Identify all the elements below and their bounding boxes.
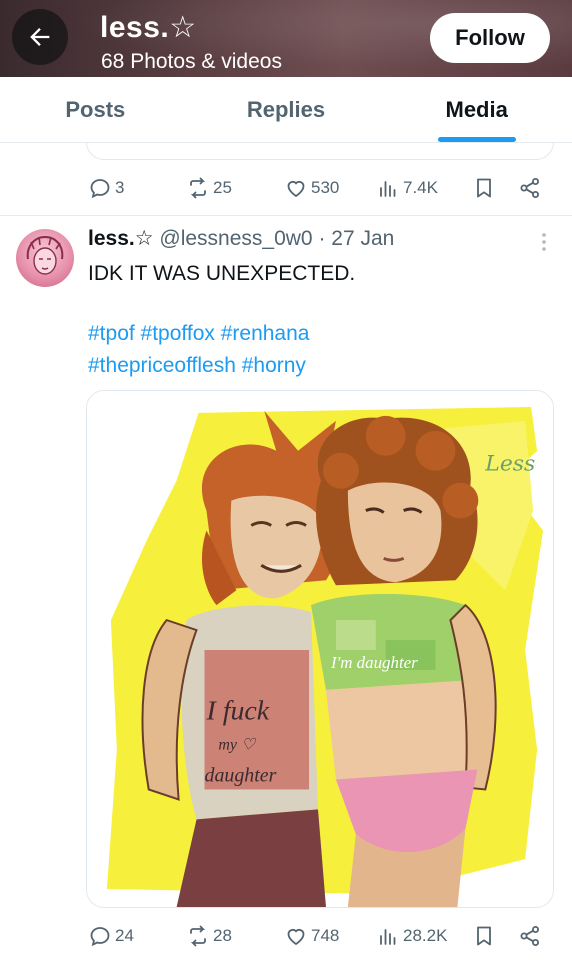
svg-text:I'm daughter: I'm daughter — [330, 653, 418, 672]
prev-bookmark-button[interactable] — [472, 176, 499, 200]
share-icon — [520, 926, 539, 946]
prev-views-button[interactable]: 7.4K — [376, 176, 438, 200]
tweet-hashtags: #tpof #tpoffox #renhana #thepriceofflesh… — [88, 318, 548, 382]
svg-text:I fuck: I fuck — [205, 696, 269, 727]
avatar-illustration — [26, 235, 64, 275]
views-icon — [380, 929, 396, 945]
back-arrow-icon — [30, 28, 50, 46]
hashtag-line-1[interactable]: #tpof #tpoffox #renhana — [88, 318, 548, 350]
share-button[interactable] — [518, 924, 545, 948]
prev-views-count: 7.4K — [403, 178, 438, 197]
artwork-illustration: I fuck my ♡ daughter I'm daughter Less — [87, 391, 553, 907]
tab-posts-label: Posts — [65, 96, 126, 122]
repost-button[interactable]: 28 — [186, 924, 232, 948]
views-button[interactable]: 28.2K — [376, 924, 447, 948]
reply-icon — [90, 179, 110, 199]
tab-replies[interactable]: Replies — [191, 77, 382, 142]
previous-media-card-edge — [86, 142, 554, 160]
like-count: 748 — [311, 926, 340, 945]
bookmark-icon — [477, 926, 491, 946]
prev-tweet-actions: 3 25 530 7.4K — [0, 168, 572, 208]
back-button[interactable] — [12, 9, 68, 65]
views-icon — [380, 181, 396, 197]
prev-reply-button[interactable]: 3 — [88, 176, 124, 200]
avatar[interactable] — [16, 229, 74, 287]
prev-share-button[interactable] — [518, 176, 545, 200]
svg-text:my ♡: my ♡ — [218, 737, 257, 754]
tab-media[interactable]: Media — [381, 77, 572, 142]
profile-header: less.☆ 68 Photos & videos Follow — [0, 0, 572, 77]
share-icon — [520, 178, 539, 198]
bookmark-icon — [477, 178, 491, 198]
profile-name: less.☆ — [100, 11, 197, 44]
artist-signature: Less — [484, 452, 535, 477]
bookmark-button[interactable] — [472, 924, 499, 948]
tweet-media-image[interactable]: I fuck my ♡ daughter I'm daughter Less — [86, 390, 554, 908]
repost-count: 28 — [213, 926, 232, 945]
tweet-text: IDK IT WAS UNEXPECTED. — [88, 262, 356, 285]
views-count: 28.2K — [403, 926, 448, 945]
tweet-divider — [0, 215, 572, 216]
like-icon — [287, 928, 305, 946]
prev-reply-count: 3 — [115, 178, 125, 197]
tab-posts[interactable]: Posts — [0, 77, 191, 142]
prev-repost-button[interactable]: 25 — [186, 176, 232, 200]
reply-count: 24 — [115, 926, 134, 945]
prev-like-button[interactable]: 530 — [284, 176, 339, 200]
tweet-header: less.☆ @lessness_0w0 · 27 Jan — [88, 226, 394, 251]
tweet-author-name[interactable]: less.☆ — [88, 227, 154, 250]
tweet-handle-date: @lessness_0w0 · 27 Jan — [153, 227, 395, 250]
media-count: 68 Photos & videos — [101, 50, 282, 73]
repost-icon — [190, 925, 206, 947]
like-button[interactable]: 748 — [284, 924, 339, 948]
reply-icon — [90, 927, 110, 947]
tab-media-label: Media — [445, 96, 508, 122]
tab-replies-label: Replies — [246, 96, 326, 122]
follow-button[interactable]: Follow — [430, 13, 550, 63]
hashtag-line-2[interactable]: #thepriceofflesh #horny — [88, 350, 548, 382]
repost-icon — [190, 177, 206, 199]
prev-repost-count: 25 — [213, 178, 232, 197]
profile-tabs: Posts Replies Media — [0, 77, 572, 143]
like-icon — [287, 180, 305, 198]
tweet-actions: 24 28 748 28.2K — [0, 916, 572, 956]
more-icon[interactable] — [534, 230, 554, 254]
svg-text:daughter: daughter — [204, 764, 276, 786]
reply-button[interactable]: 24 — [88, 924, 134, 948]
prev-like-count: 530 — [311, 178, 340, 197]
